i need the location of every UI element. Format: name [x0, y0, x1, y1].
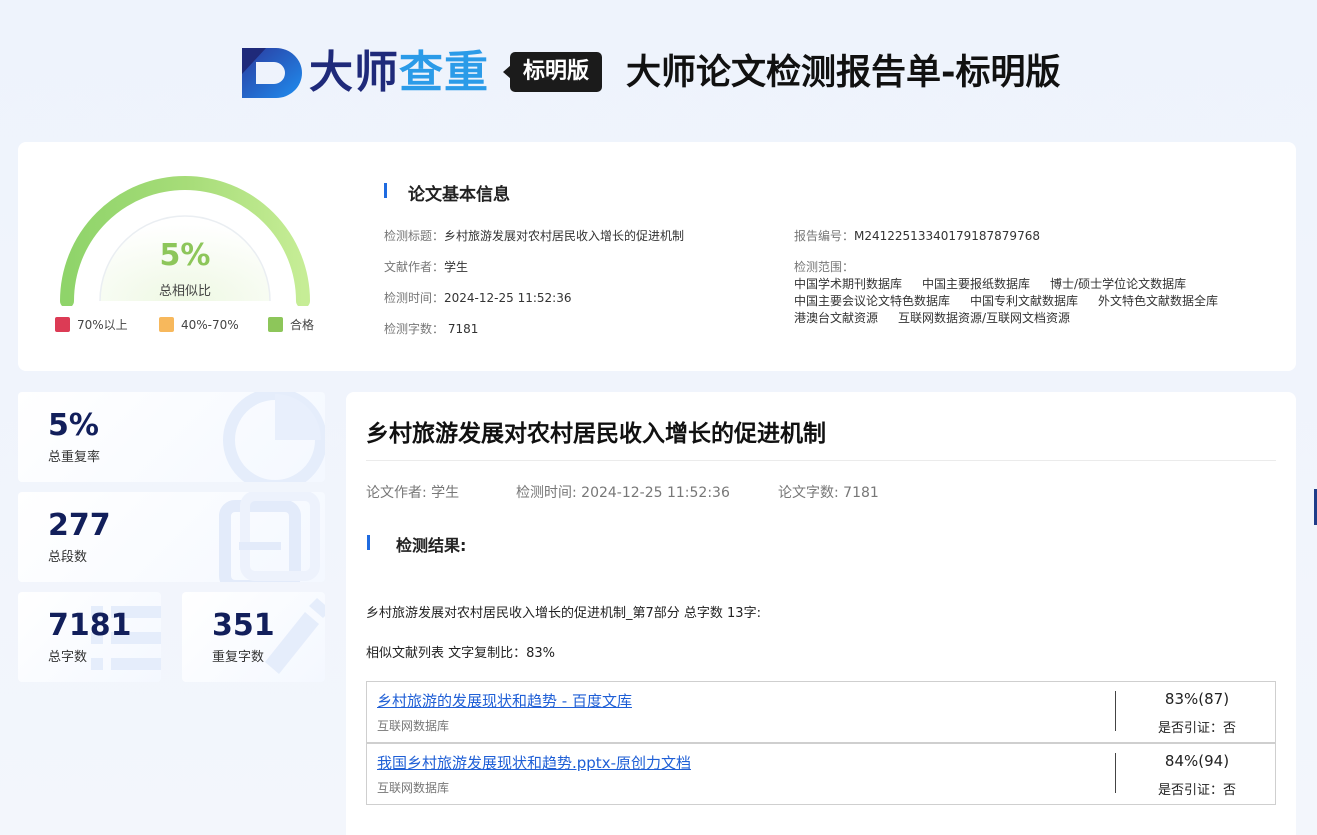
legend-swatch	[268, 317, 283, 332]
source-link[interactable]: 乡村旅游的发展现状和趋势 - 百度文库	[377, 690, 632, 711]
info-author-row: 文献作者：学生	[384, 260, 469, 274]
result-title: 检测结果:	[367, 532, 466, 556]
info-card: 5% 总相似比 70%以上 40%-70% 合格 论文基本信息 检测标题：乡村旅…	[18, 142, 1296, 371]
source-percent: 83%(87)	[1164, 690, 1230, 708]
meta-time: 检测时间: 2024-12-25 11:52:36	[516, 485, 730, 501]
info-words-row: 检测字数： 7181	[384, 322, 479, 336]
source-citation: 是否引证：否	[1157, 783, 1236, 798]
scope-line-2: 中国主要会议论文特色数据库 中国专利文献数据库 外文特色文献数据全库	[794, 294, 1219, 308]
stat-total-words: 7181 总字数	[18, 592, 161, 682]
source-row: 乡村旅游的发展现状和趋势 - 百度文库 互联网数据库 83%(87) 是否引证：…	[366, 681, 1276, 743]
meta-words: 论文字数: 7181	[778, 485, 879, 501]
column-divider	[1115, 691, 1116, 731]
stat-label: 总重复率	[48, 450, 101, 465]
divider	[366, 460, 1276, 461]
legend-swatch	[55, 317, 70, 332]
column-divider	[1115, 753, 1116, 793]
info-report-no-row: 报告编号：M24122513340179187879768	[794, 229, 1040, 243]
report-number: M24122513340179187879768	[854, 229, 1040, 243]
similar-list-summary: 相似文献列表 文字复制比：83%	[366, 646, 556, 661]
source-citation: 是否引证：否	[1157, 721, 1236, 736]
similarity-label: 总相似比	[158, 284, 211, 299]
stat-label: 总段数	[48, 550, 88, 565]
edition-badge: 标明版	[503, 52, 602, 92]
brand-name: 大师查重	[309, 47, 489, 98]
similarity-value: 5%	[159, 238, 211, 273]
logo-icon	[242, 48, 302, 98]
stat-total-repeat-rate: 5% 总重复率	[18, 392, 325, 482]
stat-value: 7181	[48, 608, 132, 643]
legend-swatch	[159, 317, 174, 332]
meta-author: 论文作者: 学生	[366, 485, 460, 501]
document-title: 乡村旅游发展对农村居民收入增长的促进机制	[366, 421, 826, 447]
stat-label: 总字数	[48, 650, 88, 665]
page-header: 大师查重 标明版 大师论文检测报告单-标明版	[0, 0, 1317, 140]
source-percent: 84%(94)	[1164, 752, 1230, 770]
legend-item-pass: 合格	[268, 317, 314, 333]
legend-item-high: 70%以上	[55, 317, 128, 333]
scope-label: 检测范围：	[794, 260, 855, 274]
scope-line-1: 中国学术期刊数据库 中国主要报纸数据库 博士/硕士学位论文数据库	[794, 277, 1187, 291]
stat-value: 277	[48, 508, 111, 543]
source-link[interactable]: 我国乡村旅游发展现状和趋势.pptx-原创力文档	[377, 752, 691, 773]
legend-item-mid: 40%-70%	[159, 317, 239, 333]
source-database: 互联网数据库	[377, 719, 450, 733]
info-time-row: 检测时间：2024-12-25 11:52:36	[384, 291, 572, 305]
scope-line-3: 港澳台文献资源 互联网数据资源/互联网文档资源	[794, 311, 1071, 325]
part-summary: 乡村旅游发展对农村居民收入增长的促进机制_第7部分 总字数 13字:	[366, 606, 761, 621]
report-title: 大师论文检测报告单-标明版	[626, 53, 1061, 93]
stat-value: 351	[212, 608, 275, 643]
stat-repeat-words: 351 重复字数	[182, 592, 325, 682]
info-title-row: 检测标题：乡村旅游发展对农村居民收入增长的促进机制	[384, 229, 685, 243]
stat-value: 5%	[48, 408, 99, 443]
document-icon	[219, 492, 320, 582]
pie-chart-icon	[223, 392, 325, 482]
source-row: 我国乡村旅游发展现状和趋势.pptx-原创力文档 互联网数据库 84%(94) …	[366, 743, 1276, 805]
stat-label: 重复字数	[212, 650, 265, 665]
report-panel: 乡村旅游发展对农村居民收入增长的促进机制 论文作者: 学生 检测时间: 2024…	[346, 392, 1296, 835]
stat-total-paragraphs: 277 总段数	[18, 492, 325, 582]
source-database: 互联网数据库	[377, 781, 450, 795]
basic-info-title: 论文基本信息	[384, 180, 510, 205]
